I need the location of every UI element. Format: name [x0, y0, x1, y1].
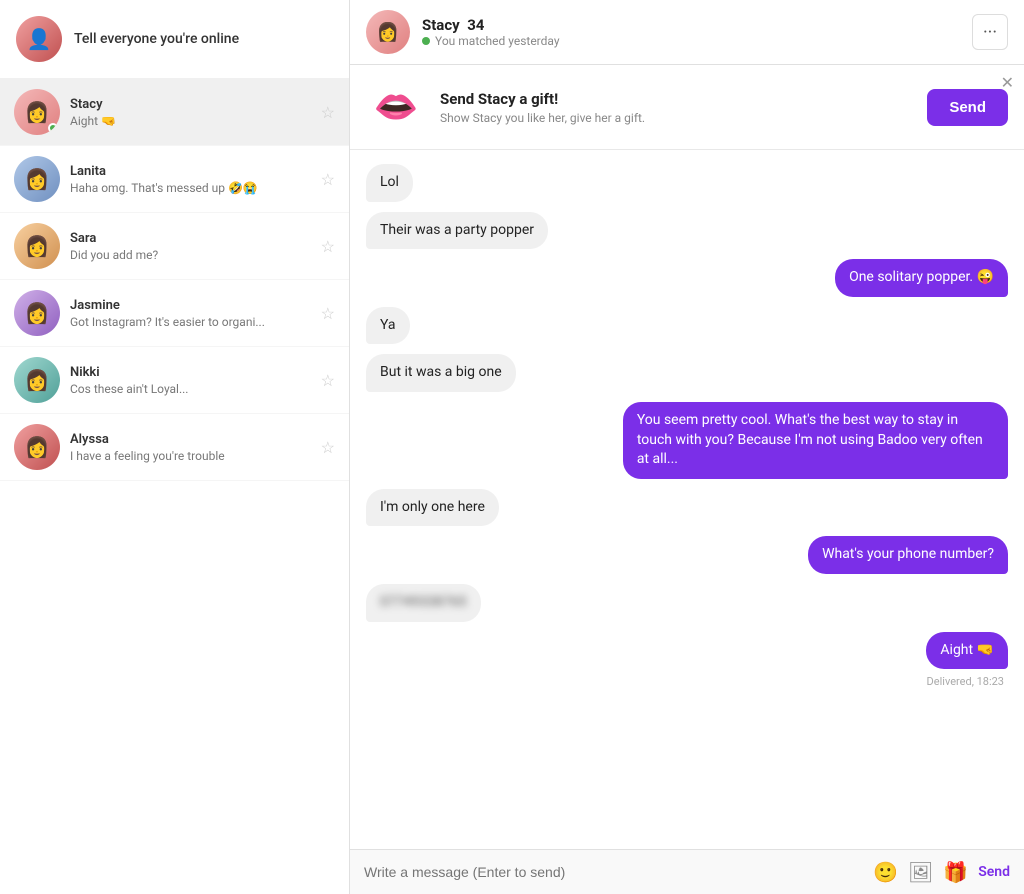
message-bubble: You seem pretty cool. What's the best wa…: [623, 402, 1008, 479]
message-bubble: Lol: [366, 164, 413, 202]
conv-avatar-user3: 👩: [14, 223, 60, 269]
message-bubble: Their was a party popper: [366, 212, 548, 250]
table-row: I'm only one here: [366, 489, 1008, 527]
conv-avatar-user6: 👩: [14, 424, 60, 470]
conv-avatar-user2: 👩: [14, 156, 60, 202]
send-message-button[interactable]: Send: [978, 864, 1010, 880]
send-gift-button[interactable]: Send: [927, 89, 1008, 126]
star-icon-user4[interactable]: ☆: [321, 304, 335, 323]
close-gift-banner-button[interactable]: ✕: [1001, 73, 1014, 92]
message-bubble-blurred: 07749338765: [366, 584, 481, 622]
conv-info-user2: Lanita Haha omg. That's messed up 🤣😭: [70, 164, 311, 195]
table-row: Ya: [366, 307, 1008, 345]
chat-header: 👩 Stacy 34 You matched yesterday ···: [350, 0, 1024, 65]
conv-name-user2: Lanita: [70, 164, 311, 179]
more-options-button[interactable]: ···: [972, 14, 1008, 50]
conv-item-user4[interactable]: 👩 Jasmine Got Instagram? It's easier to …: [0, 280, 349, 347]
message-meta: Delivered, 18:23: [927, 675, 1008, 688]
table-row: You seem pretty cool. What's the best wa…: [366, 402, 1008, 479]
conv-name-user5: Nikki: [70, 365, 311, 380]
sidebar: 👤 Tell everyone you're online 👩 Stacy Ai…: [0, 0, 350, 894]
conv-item-user3[interactable]: 👩 Sara Did you add me? ☆: [0, 213, 349, 280]
star-icon-stacy[interactable]: ☆: [321, 103, 335, 122]
gift-banner-text: Send Stacy a gift! Show Stacy you like h…: [440, 90, 913, 125]
star-icon-user5[interactable]: ☆: [321, 371, 335, 390]
message-bubble: One solitary popper. 😜: [835, 259, 1008, 297]
conv-info-user5: Nikki Cos these ain't Loyal...: [70, 365, 311, 396]
star-icon-user2[interactable]: ☆: [321, 170, 335, 189]
message-input[interactable]: [364, 864, 863, 880]
conv-preview-user3: Did you add me?: [70, 248, 311, 262]
lips-icon: 👄: [366, 77, 426, 137]
conv-avatar-stacy: 👩: [14, 89, 60, 135]
chat-panel: 👩 Stacy 34 You matched yesterday ··· 👄 S…: [350, 0, 1024, 894]
gift-banner: 👄 Send Stacy a gift! Show Stacy you like…: [350, 65, 1024, 150]
status-dot: [422, 37, 430, 45]
star-icon-user3[interactable]: ☆: [321, 237, 335, 256]
messages-area: Lol Their was a party popper One solitar…: [350, 150, 1024, 849]
table-row: One solitary popper. 😜: [366, 259, 1008, 297]
message-bubble: What's your phone number?: [808, 536, 1008, 574]
gift-banner-title: Send Stacy a gift!: [440, 90, 913, 108]
conv-item-stacy[interactable]: 👩 Stacy Aight 🤜 ☆: [0, 79, 349, 146]
chat-header-avatar: 👩: [366, 10, 410, 54]
conv-name-user4: Jasmine: [70, 298, 311, 313]
banner-text: Tell everyone you're online: [74, 31, 239, 47]
conv-preview-user5: Cos these ain't Loyal...: [70, 382, 311, 396]
conv-preview-user6: I have a feeling you're trouble: [70, 449, 311, 463]
chat-header-name: Stacy 34: [422, 16, 960, 34]
table-row: What's your phone number?: [366, 536, 1008, 574]
own-avatar: 👤: [16, 16, 62, 62]
conv-avatar-user4: 👩: [14, 290, 60, 336]
conv-name-user3: Sara: [70, 231, 311, 246]
image-icon[interactable]: 🖼: [908, 860, 933, 884]
chat-input-area: 🙂 🖼 🎁 Send: [350, 849, 1024, 894]
gift-banner-subtitle: Show Stacy you like her, give her a gift…: [440, 111, 913, 125]
conv-item-user5[interactable]: 👩 Nikki Cos these ain't Loyal... ☆: [0, 347, 349, 414]
conv-preview-user4: Got Instagram? It's easier to organi...: [70, 315, 311, 329]
message-bubble: Ya: [366, 307, 410, 345]
table-row: Their was a party popper: [366, 212, 1008, 250]
table-row: But it was a big one: [366, 354, 1008, 392]
conv-preview-user2: Haha omg. That's messed up 🤣😭: [70, 181, 311, 195]
table-row: Lol: [366, 164, 1008, 202]
star-icon-user6[interactable]: ☆: [321, 438, 335, 457]
conv-name-stacy: Stacy: [70, 97, 311, 112]
conv-info-stacy: Stacy Aight 🤜: [70, 97, 311, 128]
conv-info-user4: Jasmine Got Instagram? It's easier to or…: [70, 298, 311, 329]
conv-info-user6: Alyssa I have a feeling you're trouble: [70, 432, 311, 463]
table-row: 07749338765: [366, 584, 1008, 622]
conversation-list: 👩 Stacy Aight 🤜 ☆ 👩 Lanita Haha omg. Tha…: [0, 79, 349, 894]
message-bubble: I'm only one here: [366, 489, 499, 527]
emoji-icon[interactable]: 🙂: [873, 860, 898, 884]
conv-info-user3: Sara Did you add me?: [70, 231, 311, 262]
online-banner[interactable]: 👤 Tell everyone you're online: [0, 0, 349, 79]
chat-header-status: You matched yesterday: [422, 34, 960, 48]
table-row: Aight 🤜: [366, 632, 1008, 670]
online-dot-stacy: [48, 123, 58, 133]
gift-icon[interactable]: 🎁: [943, 860, 968, 884]
message-bubble: But it was a big one: [366, 354, 516, 392]
message-bubble: Aight 🤜: [926, 632, 1008, 670]
last-sent-message: Aight 🤜 Delivered, 18:23: [366, 632, 1008, 689]
conv-item-user2[interactable]: 👩 Lanita Haha omg. That's messed up 🤣😭 ☆: [0, 146, 349, 213]
chat-header-info: Stacy 34 You matched yesterday: [422, 16, 960, 48]
conv-preview-stacy: Aight 🤜: [70, 114, 311, 128]
conv-avatar-user5: 👩: [14, 357, 60, 403]
conv-name-user6: Alyssa: [70, 432, 311, 447]
conv-item-user6[interactable]: 👩 Alyssa I have a feeling you're trouble…: [0, 414, 349, 481]
